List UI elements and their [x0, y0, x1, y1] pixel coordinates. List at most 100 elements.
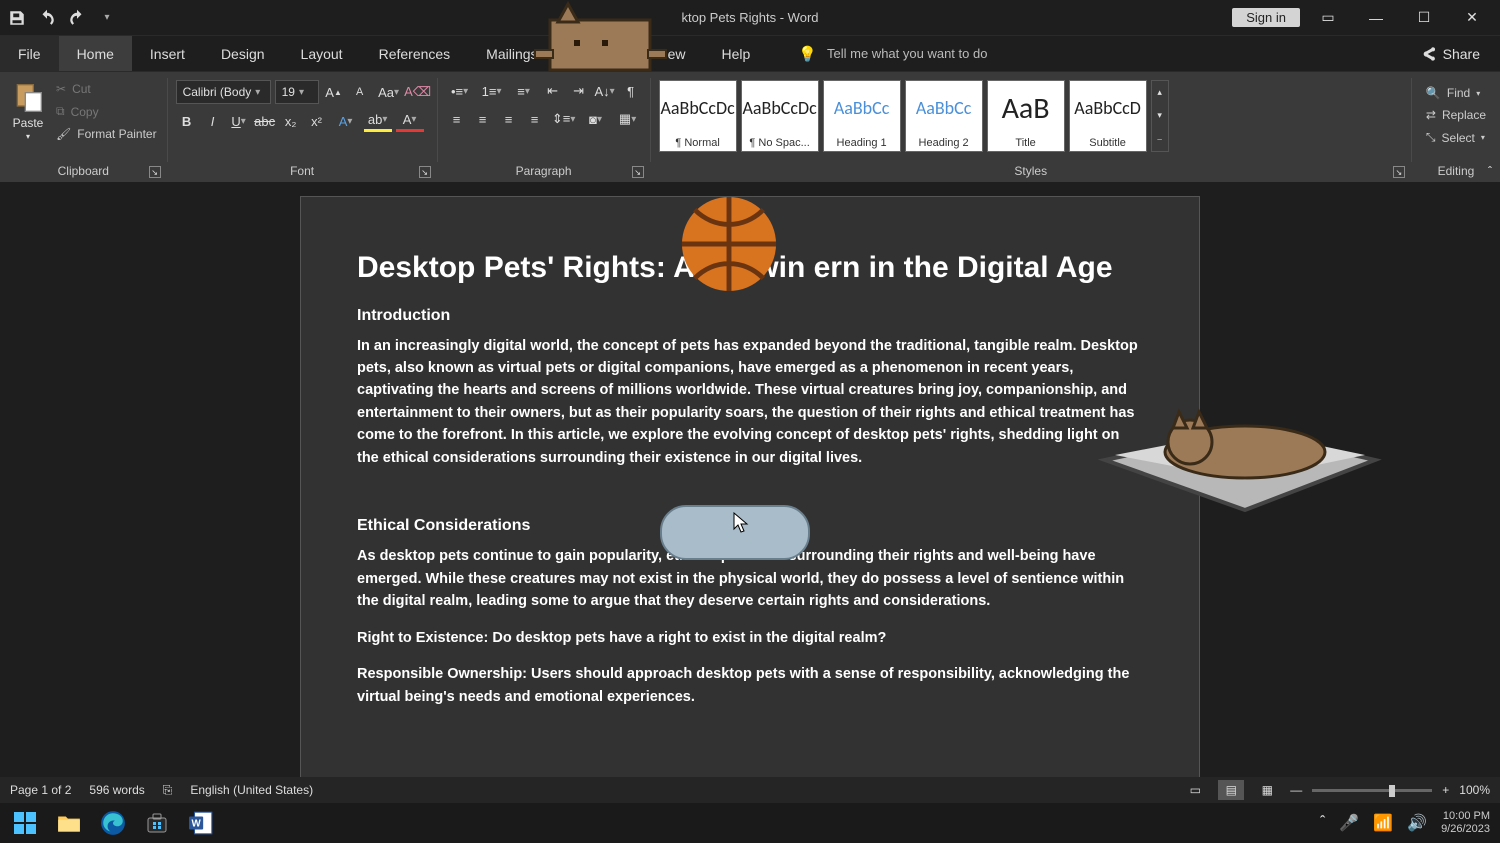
start-icon[interactable] — [10, 808, 40, 838]
tray-chevron-icon[interactable]: ˆ — [1320, 814, 1325, 832]
redo-icon[interactable] — [68, 9, 86, 27]
borders-icon[interactable]: ▦ — [614, 108, 642, 130]
format-painter-button[interactable]: 🖌 Format Painter — [54, 125, 159, 143]
shrink-font-icon[interactable]: A — [349, 81, 371, 103]
doc-heading-ethical[interactable]: Ethical Considerations — [357, 517, 1143, 535]
share-button[interactable]: Share — [1401, 36, 1500, 71]
undo-icon[interactable] — [38, 9, 56, 27]
document-area[interactable]: Desktop Pets' Rights: A Growin ern in th… — [0, 182, 1500, 788]
style-no-spacing[interactable]: AaBbCcDc¶ No Spac... — [741, 80, 819, 152]
styles-gallery[interactable]: AaBbCcDc¶ Normal AaBbCcDc¶ No Spac... Aa… — [659, 80, 1169, 152]
tell-me[interactable]: 💡 Tell me what you want to do — [798, 36, 987, 71]
tab-design[interactable]: Design — [203, 36, 283, 71]
doc-heading-intro[interactable]: Introduction — [357, 307, 1143, 325]
text-effects-icon[interactable]: A — [332, 110, 360, 132]
clear-format-icon[interactable]: A⌫ — [407, 81, 429, 103]
doc-paragraph[interactable]: Right to Existence: Do desktop pets have… — [357, 627, 1143, 649]
change-case-icon[interactable]: Aa — [375, 81, 403, 103]
increase-indent-icon[interactable]: ⇥ — [568, 80, 590, 102]
grow-font-icon[interactable]: A▲ — [323, 81, 345, 103]
print-layout-icon[interactable]: ▤ — [1218, 780, 1244, 800]
find-button[interactable]: 🔍 Find ▾ — [1424, 84, 1488, 102]
justify-icon[interactable]: ≡ — [524, 108, 546, 130]
paragraph-launcher-icon[interactable]: ↘ — [632, 166, 644, 178]
font-family-combo[interactable]: Calibri (Body — [176, 80, 271, 104]
file-explorer-icon[interactable] — [54, 808, 84, 838]
read-mode-icon[interactable]: ▭ — [1182, 780, 1208, 800]
doc-paragraph[interactable]: In an increasingly digital world, the co… — [357, 335, 1143, 470]
mic-icon[interactable]: 🎤 — [1339, 813, 1359, 833]
doc-paragraph[interactable]: Responsible Ownership: Users should appr… — [357, 663, 1143, 708]
multilevel-icon[interactable]: ≡ — [510, 80, 538, 102]
subscript-icon[interactable]: x₂ — [280, 110, 302, 132]
font-launcher-icon[interactable]: ↘ — [419, 166, 431, 178]
clipboard-launcher-icon[interactable]: ↘ — [149, 166, 161, 178]
sort-icon[interactable]: A↓ — [594, 80, 616, 102]
save-icon[interactable] — [8, 9, 26, 27]
clock[interactable]: 10:00 PM 9/26/2023 — [1441, 810, 1490, 836]
line-spacing-icon[interactable]: ⇕≡ — [550, 108, 578, 130]
tab-file[interactable]: File — [0, 36, 59, 71]
status-words[interactable]: 596 words — [89, 783, 144, 797]
cut-button[interactable]: ✂ Cut — [54, 80, 159, 98]
sign-in-button[interactable]: Sign in — [1232, 8, 1300, 27]
tab-help[interactable]: Help — [704, 36, 769, 71]
style-title[interactable]: AaBTitle — [987, 80, 1065, 152]
close-icon[interactable]: ✕ — [1452, 4, 1492, 32]
zoom-value[interactable]: 100% — [1459, 783, 1490, 797]
zoom-out-icon[interactable]: — — [1290, 783, 1302, 797]
highlight-icon[interactable]: ab — [364, 110, 392, 132]
replace-button[interactable]: ⇄ Replace — [1424, 106, 1488, 124]
zoom-slider[interactable] — [1312, 789, 1432, 792]
numbering-icon[interactable]: 1≡ — [478, 80, 506, 102]
bullets-icon[interactable]: •≡ — [446, 80, 474, 102]
decrease-indent-icon[interactable]: ⇤ — [542, 80, 564, 102]
styles-launcher-icon[interactable]: ↘ — [1393, 166, 1405, 178]
paste-button[interactable]: Paste ▾ — [8, 80, 48, 143]
ribbon-display-options-icon[interactable]: ▭ — [1308, 4, 1348, 32]
edge-icon[interactable] — [98, 808, 128, 838]
minimize-icon[interactable]: — — [1356, 4, 1396, 32]
styles-more-icon[interactable]: ▴▾⎯ — [1151, 80, 1169, 152]
doc-paragraph[interactable]: As desktop pets continue to gain popular… — [357, 545, 1143, 612]
wifi-icon[interactable]: 📶 — [1373, 813, 1393, 833]
align-right-icon[interactable]: ≡ — [498, 108, 520, 130]
tab-review[interactable]: Review — [556, 36, 638, 71]
word-icon[interactable]: W — [186, 808, 216, 838]
qat-customize-icon[interactable] — [98, 9, 116, 27]
tab-view[interactable]: View — [637, 36, 703, 71]
status-language[interactable]: English (United States) — [190, 783, 313, 797]
style-normal[interactable]: AaBbCcDc¶ Normal — [659, 80, 737, 152]
zoom-in-icon[interactable]: + — [1442, 783, 1449, 797]
status-page[interactable]: Page 1 of 2 — [10, 783, 71, 797]
tab-mailings[interactable]: Mailings — [468, 36, 555, 71]
style-heading2[interactable]: AaBbCcHeading 2 — [905, 80, 983, 152]
web-layout-icon[interactable]: ▦ — [1254, 780, 1280, 800]
tab-insert[interactable]: Insert — [132, 36, 203, 71]
underline-icon[interactable]: U — [228, 110, 250, 132]
select-button[interactable]: ⤡ Select ▾ — [1424, 128, 1488, 147]
align-left-icon[interactable]: ≡ — [446, 108, 468, 130]
superscript-icon[interactable]: x² — [306, 110, 328, 132]
align-center-icon[interactable]: ≡ — [472, 108, 494, 130]
italic-icon[interactable]: I — [202, 110, 224, 132]
tab-references[interactable]: References — [361, 36, 469, 71]
volume-icon[interactable]: 🔊 — [1407, 813, 1427, 833]
copy-button[interactable]: ⧉ Copy — [54, 102, 159, 121]
shading-icon[interactable]: ◙ — [582, 108, 610, 130]
tab-home[interactable]: Home — [59, 36, 132, 71]
style-heading1[interactable]: AaBbCcHeading 1 — [823, 80, 901, 152]
style-subtitle[interactable]: AaBbCcDSubtitle — [1069, 80, 1147, 152]
store-icon[interactable] — [142, 808, 172, 838]
collapse-ribbon-icon[interactable]: ˆ — [1488, 164, 1492, 178]
page[interactable]: Desktop Pets' Rights: A Growin ern in th… — [300, 196, 1200, 788]
show-marks-icon[interactable]: ¶ — [620, 80, 642, 102]
font-color-icon[interactable]: A — [396, 110, 424, 132]
proofing-icon[interactable]: ⎘ — [163, 783, 173, 798]
maximize-icon[interactable]: ☐ — [1404, 4, 1444, 32]
font-size-combo[interactable]: 19 — [275, 80, 319, 104]
doc-title[interactable]: Desktop Pets' Rights: A Growin ern in th… — [357, 249, 1143, 287]
bold-icon[interactable]: B — [176, 110, 198, 132]
strike-icon[interactable]: abc — [254, 110, 276, 132]
tab-layout[interactable]: Layout — [283, 36, 361, 71]
